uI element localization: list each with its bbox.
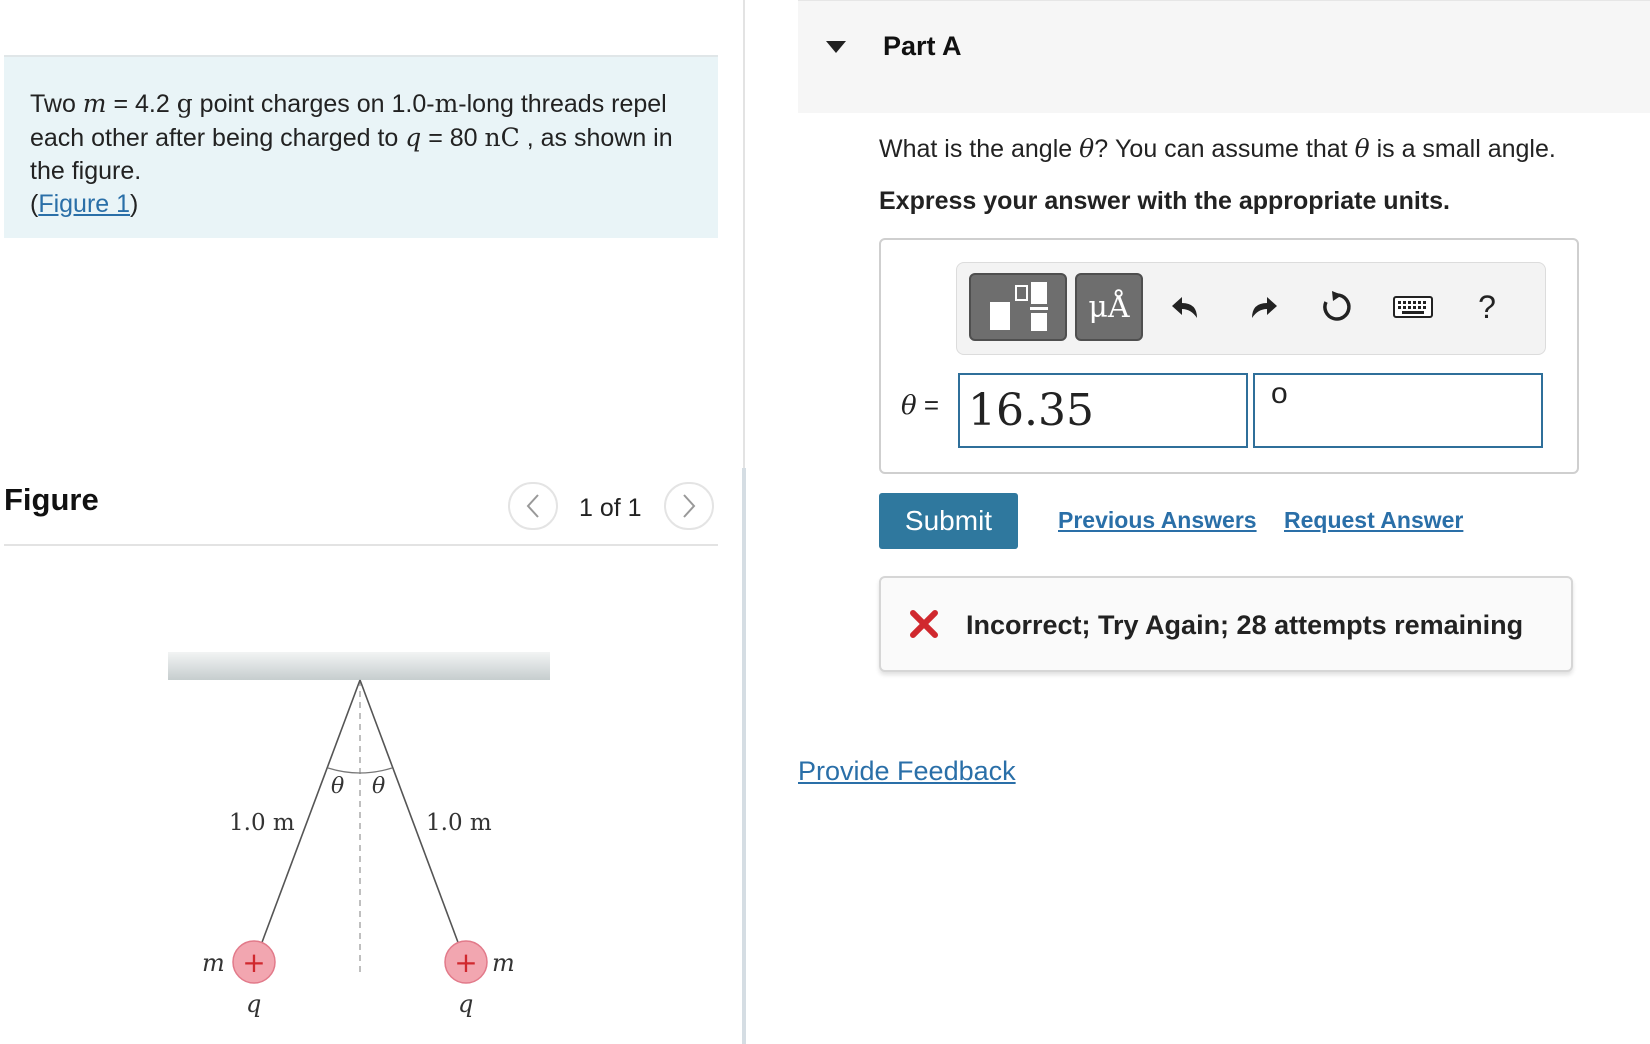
right-charge-label: q: [458, 990, 473, 1018]
theta-left-label: θ: [331, 774, 344, 799]
theta-symbol: θ: [901, 391, 917, 421]
keyboard-button[interactable]: [1389, 283, 1437, 331]
nanocoulomb-unit: nC: [484, 123, 520, 152]
answer-instruction: Express your answer with the appropriate…: [879, 187, 1450, 215]
answer-value-field[interactable]: 16.35: [958, 373, 1248, 448]
problem-text: = 80: [421, 124, 485, 152]
figure-header: Figure 1 of 1: [4, 470, 718, 546]
math-toolbar: μÅ ?: [956, 262, 1546, 355]
figure-title: Figure: [4, 482, 99, 517]
left-plus-sign: +: [242, 946, 265, 979]
incorrect-x-icon: [910, 610, 938, 638]
problem-panel: Two m = 4.2 g point charges on 1.0-m-lon…: [0, 0, 746, 1044]
collapse-caret-icon[interactable]: [826, 41, 846, 53]
mass-symbol: m: [82, 89, 107, 118]
feedback-message-box: Incorrect; Try Again; 28 attempts remain…: [879, 576, 1573, 672]
meter-unit: m: [434, 89, 459, 118]
part-header[interactable]: Part A: [798, 0, 1650, 113]
left-charge-label: q: [246, 990, 261, 1018]
keyboard-icon: [1393, 296, 1433, 318]
redo-icon: [1252, 297, 1277, 318]
charge-symbol: q: [405, 123, 422, 152]
theta-symbol: θ: [1354, 134, 1370, 163]
right-plus-sign: +: [454, 946, 477, 979]
submit-button[interactable]: Submit: [879, 493, 1018, 549]
help-icon: ?: [1478, 288, 1496, 325]
chevron-right-icon: [683, 494, 696, 518]
fraction-template-icon: [990, 282, 1048, 331]
question-fragment: What is the angle: [879, 135, 1080, 163]
answer-box: μÅ ? θ = 16.35 o: [879, 238, 1579, 474]
answer-variable-label: θ =: [901, 390, 939, 421]
units-button[interactable]: μÅ: [1075, 273, 1143, 341]
problem-statement: Two m = 4.2 g point charges on 1.0-m-lon…: [4, 55, 718, 238]
pendulum-figure: θ θ 1.0 m 1.0 m + + m m q q: [168, 652, 550, 1018]
equals-sign: =: [916, 390, 940, 420]
next-figure-button[interactable]: [664, 482, 714, 530]
problem-text: Two: [30, 90, 83, 118]
answer-unit-field[interactable]: o: [1253, 373, 1543, 448]
redo-button[interactable]: [1239, 283, 1287, 331]
previous-answers-link[interactable]: Previous Answers: [1058, 507, 1257, 534]
problem-text: point charges on 1.0-: [192, 90, 435, 118]
units-icon: μÅ: [1088, 289, 1130, 325]
request-answer-link[interactable]: Request Answer: [1284, 507, 1463, 534]
question-text: What is the angle θ? You can assume that…: [879, 134, 1556, 164]
gram-unit: g: [176, 89, 193, 118]
fraction-template-button[interactable]: [969, 273, 1067, 341]
undo-button[interactable]: [1162, 283, 1210, 331]
theta-right-label: θ: [372, 774, 385, 799]
right-mass-label: m: [492, 949, 515, 977]
feedback-text: Incorrect; Try Again; 28 attempts remain…: [966, 610, 1524, 640]
right-length-label: 1.0 m: [426, 810, 492, 836]
figure-pager-text: 1 of 1: [579, 494, 642, 522]
problem-text: = 4.2: [106, 90, 177, 118]
panel-divider: [742, 468, 746, 1044]
undo-icon: [1172, 297, 1197, 318]
left-length-label: 1.0 m: [229, 810, 295, 836]
figure-link[interactable]: Figure 1: [38, 190, 130, 218]
chevron-left-icon: [526, 494, 539, 518]
reset-button[interactable]: [1313, 283, 1361, 331]
help-button[interactable]: ?: [1463, 283, 1511, 331]
provide-feedback-link[interactable]: Provide Feedback: [798, 756, 1016, 787]
part-title: Part A: [883, 31, 962, 61]
question-fragment: is a small angle.: [1369, 135, 1556, 163]
reset-icon: [1323, 291, 1351, 321]
ceiling: [168, 652, 550, 680]
figure-link-paren: ): [130, 190, 139, 218]
previous-figure-button[interactable]: [508, 482, 558, 530]
panel-divider: [743, 0, 745, 470]
question-fragment: ? You can assume that: [1094, 135, 1355, 163]
theta-symbol: θ: [1079, 134, 1095, 163]
left-mass-label: m: [202, 949, 225, 977]
